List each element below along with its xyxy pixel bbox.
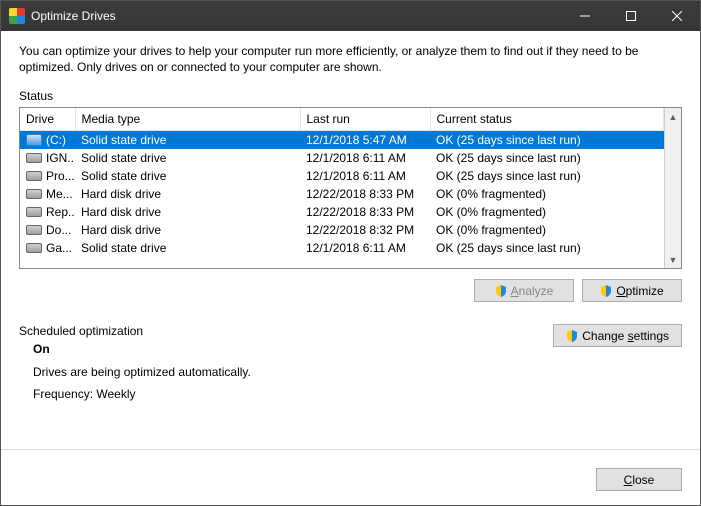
titlebar: Optimize Drives [1, 1, 700, 31]
close-window-button[interactable] [654, 1, 700, 31]
drive-icon [26, 153, 42, 163]
drive-icon [26, 225, 42, 235]
media-type: Solid state drive [75, 239, 300, 257]
scheduled-text-block: Scheduled optimization On Drives are bei… [19, 324, 251, 405]
scroll-up-button[interactable]: ▲ [665, 108, 681, 125]
current-status: OK (0% fragmented) [430, 203, 664, 221]
last-run: 12/1/2018 6:11 AM [300, 149, 430, 167]
last-run: 12/22/2018 8:32 PM [300, 221, 430, 239]
last-run: 12/22/2018 8:33 PM [300, 185, 430, 203]
col-header-drive[interactable]: Drive [20, 108, 75, 131]
change-settings-button[interactable]: Change settings [553, 324, 682, 347]
scroll-thumb[interactable] [665, 125, 681, 251]
drive-name: Pro... [46, 169, 75, 183]
media-type: Solid state drive [75, 167, 300, 185]
media-type: Hard disk drive [75, 221, 300, 239]
col-header-lastrun[interactable]: Last run [300, 108, 430, 131]
table-row[interactable]: Pro...Solid state drive12/1/2018 6:11 AM… [20, 167, 664, 185]
media-type: Hard disk drive [75, 185, 300, 203]
app-icon [9, 8, 25, 24]
table-row[interactable]: IGN...Solid state drive12/1/2018 6:11 AM… [20, 149, 664, 167]
intro-text: You can optimize your drives to help you… [19, 43, 682, 75]
col-header-media[interactable]: Media type [75, 108, 300, 131]
current-status: OK (0% fragmented) [430, 221, 664, 239]
action-button-row: Analyze Optimize [19, 279, 682, 302]
drive-name: Me... [46, 187, 73, 201]
drive-icon [26, 189, 42, 199]
shield-icon [600, 285, 612, 297]
vertical-scrollbar[interactable]: ▲ ▼ [664, 108, 681, 268]
table-row[interactable]: Me...Hard disk drive12/22/2018 8:33 PMOK… [20, 185, 664, 203]
drive-icon [26, 207, 42, 217]
drive-name: IGN... [46, 151, 75, 165]
drive-name: Ga... [46, 241, 72, 255]
drives-table-container: Drive Media type Last run Current status… [19, 107, 682, 269]
maximize-button[interactable] [608, 1, 654, 31]
current-status: OK (25 days since last run) [430, 149, 664, 167]
change-settings-label: ettings [634, 329, 669, 343]
last-run: 12/1/2018 6:11 AM [300, 239, 430, 257]
scheduled-freq: Frequency: Weekly [33, 383, 251, 405]
drives-table: Drive Media type Last run Current status… [20, 108, 664, 257]
media-type: Solid state drive [75, 149, 300, 167]
drive-icon [26, 134, 42, 146]
drive-icon [26, 243, 42, 253]
close-button[interactable]: Close [596, 468, 682, 491]
drives-table-inner: Drive Media type Last run Current status… [20, 108, 664, 268]
shield-icon [495, 285, 507, 297]
current-status: OK (0% fragmented) [430, 185, 664, 203]
maximize-icon [626, 11, 636, 21]
close-icon [672, 11, 682, 21]
table-row[interactable]: Do... Hard disk drive12/22/2018 8:32 PMOK… [20, 221, 664, 239]
last-run: 12/1/2018 5:47 AM [300, 131, 430, 150]
table-row[interactable]: (C:) Solid state drive12/1/2018 5:47 AMOK… [20, 131, 664, 150]
analyze-button[interactable]: Analyze [474, 279, 574, 302]
optimize-label: ptimize [626, 284, 664, 298]
minimize-button[interactable] [562, 1, 608, 31]
content-area: You can optimize your drives to help you… [1, 31, 700, 460]
col-header-status[interactable]: Current status [430, 108, 664, 131]
window-title: Optimize Drives [31, 9, 562, 23]
footer: Close [1, 460, 700, 505]
status-label: Status [19, 89, 682, 103]
shield-icon [566, 330, 578, 342]
table-row[interactable]: Ga...Solid state drive12/1/2018 6:11 AMO… [20, 239, 664, 257]
scheduled-desc: Drives are being optimized automatically… [33, 361, 251, 383]
drive-icon [26, 171, 42, 181]
window-controls [562, 1, 700, 31]
scroll-down-button[interactable]: ▼ [665, 251, 681, 268]
current-status: OK (25 days since last run) [430, 239, 664, 257]
optimize-button[interactable]: Optimize [582, 279, 682, 302]
last-run: 12/22/2018 8:33 PM [300, 203, 430, 221]
minimize-icon [580, 11, 590, 21]
table-row[interactable]: Rep...Hard disk drive12/22/2018 8:33 PMO… [20, 203, 664, 221]
close-label: lose [632, 473, 654, 487]
last-run: 12/1/2018 6:11 AM [300, 167, 430, 185]
media-type: Solid state drive [75, 131, 300, 150]
scheduled-section: Scheduled optimization On Drives are bei… [19, 324, 682, 405]
drive-name: Do... [46, 223, 71, 237]
drive-name: Rep... [46, 205, 75, 219]
scheduled-state: On [33, 338, 251, 360]
scheduled-heading: Scheduled optimization [19, 324, 251, 338]
current-status: OK (25 days since last run) [430, 167, 664, 185]
divider [1, 449, 700, 450]
current-status: OK (25 days since last run) [430, 131, 664, 150]
analyze-label: nalyze [519, 284, 554, 298]
drive-name: (C:) [46, 133, 66, 147]
media-type: Hard disk drive [75, 203, 300, 221]
